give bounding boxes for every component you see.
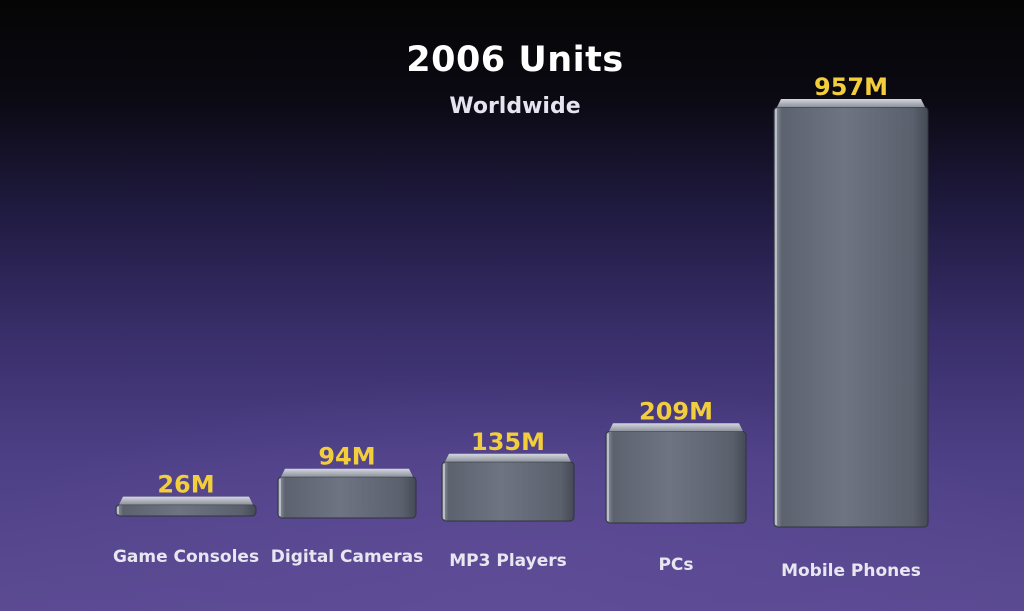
category-label: PCs <box>658 555 693 575</box>
bar-group: 209M PCs <box>605 397 747 575</box>
value-label: 26M <box>157 471 214 499</box>
bar <box>773 106 929 528</box>
category-label: Mobile Phones <box>781 561 921 581</box>
bar-group: 26M Game Consoles <box>113 471 259 567</box>
value-label: 94M <box>318 443 375 471</box>
category-label: MP3 Players <box>449 551 566 571</box>
bar <box>605 430 747 524</box>
value-label: 209M <box>639 397 713 425</box>
bar-chart: 26M Game Consoles 94M Digital Cameras 135M MP… <box>113 73 929 581</box>
bar-group: 957M Mobile Phones <box>773 73 929 581</box>
bar <box>277 476 417 519</box>
bar-group: 94M Digital Cameras <box>271 443 423 567</box>
bar <box>441 461 575 522</box>
category-label: Game Consoles <box>113 547 259 567</box>
value-label: 135M <box>471 428 545 456</box>
value-label: 957M <box>814 73 888 101</box>
bar-group: 135M MP3 Players <box>441 428 575 571</box>
slide: 2006 Units Worldwide 26M Game Consoles 94M… <box>0 0 1024 611</box>
bar <box>115 504 257 517</box>
category-label: Digital Cameras <box>271 547 423 567</box>
